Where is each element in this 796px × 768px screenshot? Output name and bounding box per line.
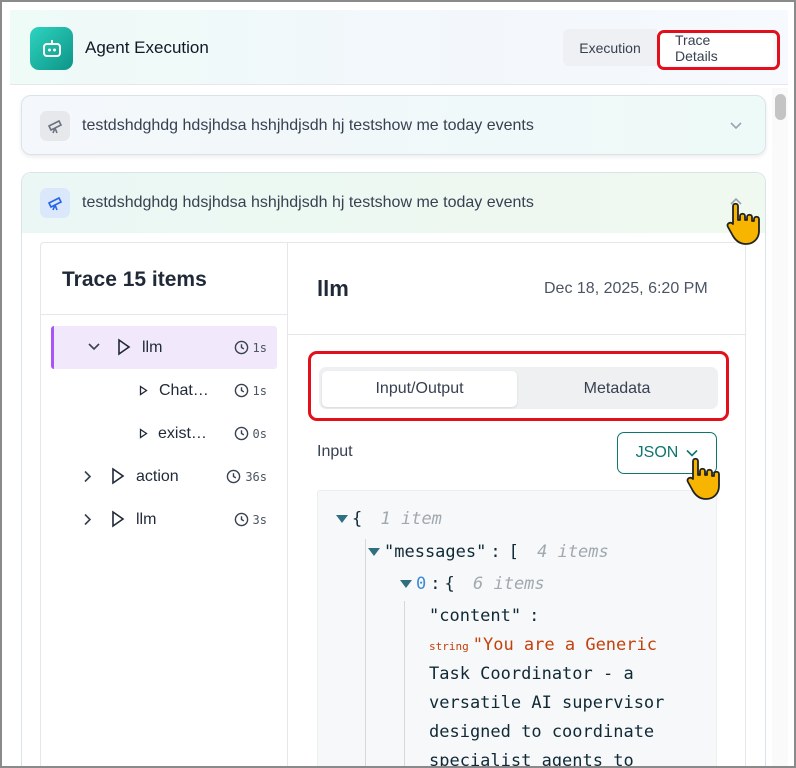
caret-down-icon[interactable] [400,580,412,588]
play-small-icon [139,385,148,396]
duration: 3s [234,512,267,527]
segment-metadata[interactable]: Metadata [517,371,717,407]
trace-panel: Trace 15 items llm 1s Chat… 1s exist… 0s… [40,242,746,768]
segment-input-output[interactable]: Input/Output [322,371,517,407]
trace-item-label: action [136,467,179,485]
duration: 1s [234,340,267,355]
json-root[interactable]: { 1 item [336,509,442,529]
duration-value: 0s [252,426,267,441]
json-index-0[interactable]: 0:{ 6 items [400,574,545,594]
json-content-value: Task Coordinator - a [429,664,634,684]
trace-title: Trace 15 items [62,268,207,291]
duration: 1s [234,383,267,398]
play-icon [112,467,125,485]
scrollbar-track[interactable] [772,88,788,766]
duration-value: 3s [252,512,267,527]
divider [288,334,746,335]
detail-title: llm [317,276,349,301]
caret-down-icon[interactable] [368,548,380,556]
trace-item-action[interactable]: action 36s [51,455,277,498]
accordion-header[interactable]: testdshdghdg hdsjhdsa hshjhdjsdh hj test… [22,173,765,233]
duration: 36s [226,469,267,484]
trace-item-llm-2[interactable]: llm 3s [51,498,277,541]
trace-item-label: Chat… [159,381,209,399]
json-content-value: specialist agents to [429,751,634,768]
json-content-key: "content": [429,606,540,626]
format-dropdown-label: JSON [635,444,679,461]
chevron-up-icon[interactable] [729,195,743,209]
trace-item-chat[interactable]: Chat… 1s [51,369,277,412]
duration-value: 1s [252,340,267,355]
tab-trace-details[interactable]: Trace Details [657,29,773,66]
app-title: Agent Execution [85,38,209,57]
play-icon [112,510,125,528]
trace-item-label: exist… [158,424,207,442]
header: Agent Execution Execution Trace Details [10,10,788,85]
chevron-down-icon [686,449,698,457]
clock-icon [234,383,248,398]
view-tabs: Execution Trace Details [563,29,773,66]
detail-date: Dec 18, 2025, 6:20 PM [544,280,708,297]
divider [41,314,287,315]
clock-icon [227,469,241,484]
trace-item-llm[interactable]: llm 1s [51,326,277,369]
trace-item-exist[interactable]: exist… 0s [51,412,277,455]
input-label: Input [317,443,353,460]
scrollbar-thumb[interactable] [775,94,786,120]
json-content-value: designed to coordinate [429,722,655,742]
segmented-control: Input/Output Metadata [319,367,718,409]
duration: 0s [234,426,267,441]
chevron-right-icon[interactable] [83,470,92,483]
json-messages[interactable]: "messages":[ 4 items [368,542,609,562]
caret-down-icon[interactable] [336,515,348,523]
app-window: Agent Execution Execution Trace Details … [0,0,796,768]
telescope-icon [40,111,70,141]
duration-value: 36s [245,469,267,484]
json-viewer: { 1 item "messages":[ 4 items 0:{ 6 item… [317,490,717,768]
chevron-down-icon[interactable] [88,342,100,352]
tree-guide-line [365,539,366,766]
json-content-value: versatile AI supervisor [429,693,665,713]
chevron-right-icon[interactable] [83,513,92,526]
chevron-down-icon[interactable] [729,118,743,132]
play-small-icon [139,428,148,439]
trace-item-label: llm [136,510,157,528]
telescope-icon [40,188,70,218]
accordion-title: testdshdghdg hdsjhdsa hshjhdjsdh hj test… [82,194,534,211]
clock-icon [234,340,248,355]
tab-execution[interactable]: Execution [563,29,657,66]
format-dropdown[interactable]: JSON [617,432,717,474]
trace-item-label: llm [142,338,163,356]
json-content-value: string "You are a Generic [429,635,657,655]
accordion-title: testdshdghdg hdsjhdsa hshjhdjsdh hj test… [82,117,534,134]
clock-icon [234,426,248,441]
trace-tree: Trace 15 items llm 1s Chat… 1s exist… 0s… [41,243,288,766]
accordion-item-collapsed[interactable]: testdshdghdg hdsjhdsa hshjhdjsdh hj test… [21,95,766,155]
tree-guide-line [404,601,405,766]
duration-value: 1s [252,383,267,398]
clock-icon [234,512,248,527]
play-icon [118,338,131,356]
robot-icon [30,27,73,70]
